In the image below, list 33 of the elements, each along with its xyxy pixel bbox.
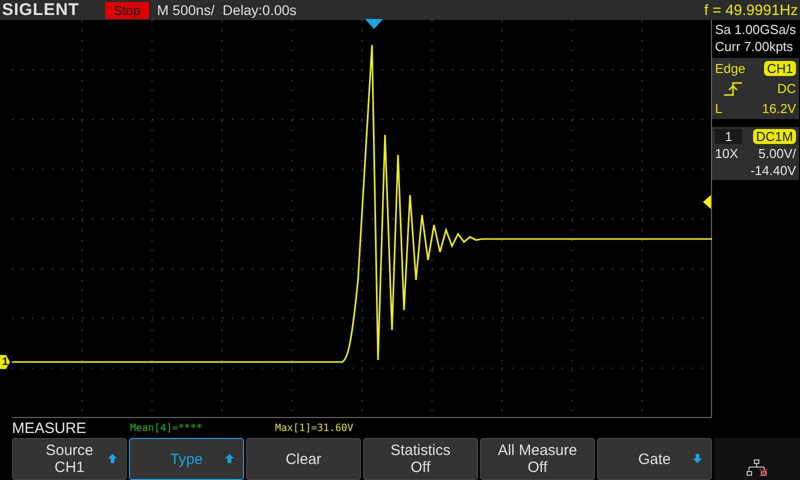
up-arrow-icon xyxy=(107,453,118,464)
vertical-offset-label: -14.40V xyxy=(750,163,796,178)
trigger-level-icon[interactable] xyxy=(703,195,711,209)
down-arrow-icon xyxy=(692,453,703,464)
brand-logo: SIGLENT xyxy=(2,0,80,20)
softkey-button[interactable]: Gate xyxy=(597,438,712,480)
delay-label: Delay:0.00s xyxy=(222,2,297,18)
run-status: Stop xyxy=(105,2,149,18)
rising-edge-icon xyxy=(723,82,743,96)
sample-rate-label: Sa 1.00GSa/s xyxy=(715,22,796,37)
probe-ratio-label: 10X xyxy=(715,146,738,161)
softkey-button[interactable]: Clear xyxy=(246,438,361,480)
timebase-label: M 500ns/ xyxy=(157,2,215,18)
channel-number-tab[interactable]: 1 xyxy=(715,129,742,144)
channel-coupling-badge: DC1M xyxy=(753,129,796,144)
softkey-button[interactable]: Source CH1 xyxy=(12,438,127,480)
memory-depth-label: Curr 7.00kpts xyxy=(715,39,794,54)
up-arrow-icon xyxy=(224,453,235,464)
softkey-button[interactable]: All Measure Off xyxy=(480,438,595,480)
trigger-level-label: L xyxy=(715,101,722,116)
trigger-level-value: 16.2V xyxy=(762,101,796,116)
network-disconnected-icon xyxy=(746,459,768,477)
trigger-coupling-label: DC xyxy=(777,81,796,96)
measurement-readout: Max[1]=31.60V xyxy=(275,422,354,434)
frequency-readout: f = 49.9991Hz xyxy=(704,2,799,18)
measurement-readout: Mean[4]=**** xyxy=(130,422,204,434)
vertical-scale-label: 5.00V/ xyxy=(758,146,796,161)
softkey-button[interactable]: Statistics Off xyxy=(363,438,478,480)
trigger-source-badge: CH1 xyxy=(764,61,796,76)
softkey-button[interactable]: Type xyxy=(129,438,244,480)
channel-marker[interactable]: 1 xyxy=(0,355,10,369)
menu-title: MEASURE xyxy=(12,420,88,436)
trigger-type-label: Edge xyxy=(715,61,746,76)
